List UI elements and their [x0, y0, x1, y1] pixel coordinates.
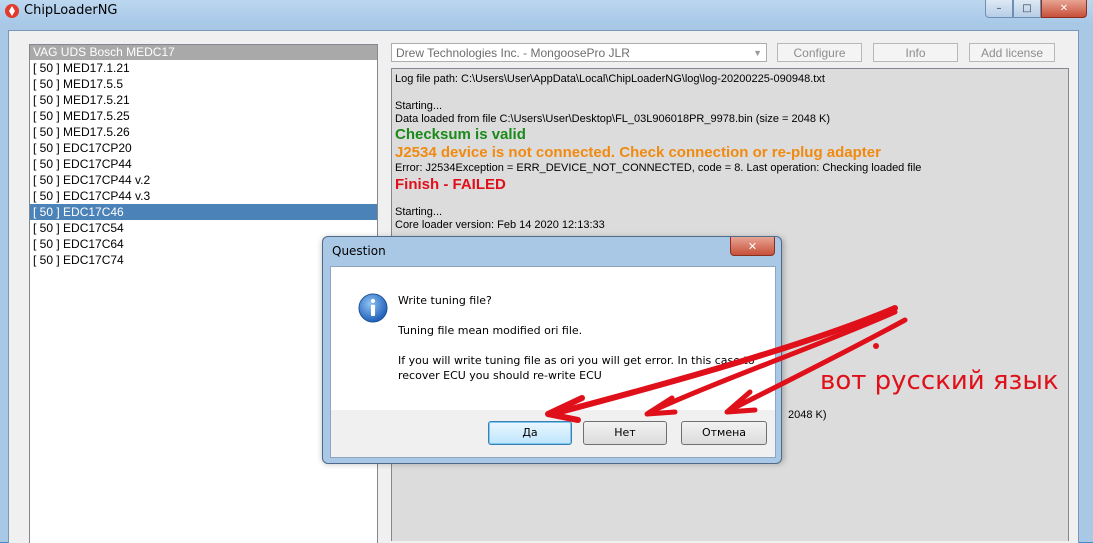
log-line: Starting...: [395, 206, 443, 218]
close-button[interactable]: ✕: [1041, 0, 1087, 18]
ecu-list-item[interactable]: [ 50 ] MED17.5.26: [30, 124, 377, 140]
ecu-list-item[interactable]: [ 50 ] MED17.5.21: [30, 92, 377, 108]
window-controls: – □ ✕: [985, 0, 1087, 18]
ecu-list-item[interactable]: [ 50 ] EDC17CP44: [30, 156, 377, 172]
ecu-list-item[interactable]: [ 50 ] MED17.5.5: [30, 76, 377, 92]
log-line: Starting...: [395, 100, 443, 112]
ecu-list-item[interactable]: [ 50 ] EDC17C54: [30, 220, 377, 236]
annotation-text: вот русский язык: [820, 366, 1059, 396]
adapter-select[interactable]: Drew Technologies Inc. - MongoosePro JLR…: [391, 43, 767, 62]
adapter-select-value: Drew Technologies Inc. - MongoosePro JLR: [396, 46, 630, 60]
configure-button[interactable]: Configure: [777, 43, 862, 62]
question-dialog: Question ✕ Write tuning file? Tuning fil…: [322, 236, 782, 464]
log-line-partial: 2048 K): [788, 409, 827, 421]
add-license-button[interactable]: Add license: [969, 43, 1055, 62]
info-button[interactable]: Info: [873, 43, 958, 62]
log-line-finish: Finish - FAILED: [395, 176, 506, 193]
dialog-message-line: If you will write tuning file as ori you…: [398, 354, 755, 367]
window-title: ChipLoaderNG: [24, 3, 118, 18]
info-icon: [358, 293, 388, 323]
log-line: Core loader version: Feb 14 2020 12:13:3…: [395, 219, 605, 231]
dialog-message-line: recover ECU you should re-write ECU: [398, 369, 602, 382]
dialog-message-line: Write tuning file?: [398, 294, 492, 307]
ecu-list-item[interactable]: [ 50 ] EDC17CP20: [30, 140, 377, 156]
log-line-j2534: J2534 device is not connected. Check con…: [395, 144, 881, 161]
dialog-message-line: Tuning file mean modified ori file.: [398, 324, 583, 337]
log-line: Data loaded from file C:\Users\User\Desk…: [395, 113, 831, 125]
app-logo-icon: [5, 4, 19, 18]
cancel-button[interactable]: Отмена: [681, 421, 767, 445]
dialog-close-button[interactable]: ✕: [730, 237, 775, 256]
ecu-list-header[interactable]: VAG UDS Bosch MEDC17: [30, 45, 377, 60]
dialog-title: Question: [332, 244, 386, 258]
minimize-button[interactable]: –: [985, 0, 1013, 18]
no-button[interactable]: Нет: [583, 421, 667, 445]
dialog-body: Write tuning file? Tuning file mean modi…: [330, 266, 776, 458]
title-bar: ChipLoaderNG – □ ✕: [0, 0, 1093, 24]
maximize-button[interactable]: □: [1013, 0, 1041, 18]
ecu-list-item[interactable]: [ 50 ] EDC17CP44 v.3: [30, 188, 377, 204]
ecu-list-item[interactable]: [ 50 ] EDC17C46: [30, 204, 377, 220]
yes-button[interactable]: Да: [488, 421, 572, 445]
log-line: Log file path: C:\Users\User\AppData\Loc…: [395, 73, 825, 85]
ecu-list-item[interactable]: [ 50 ] EDC17CP44 v.2: [30, 172, 377, 188]
chevron-down-icon: ▼: [753, 48, 762, 58]
log-line-checksum: Checksum is valid: [395, 126, 526, 143]
log-line-error: Error: J2534Exception = ERR_DEVICE_NOT_C…: [395, 162, 922, 174]
dialog-message-area: Write tuning file? Tuning file mean modi…: [331, 267, 775, 410]
ecu-list-item[interactable]: [ 50 ] MED17.1.21: [30, 60, 377, 76]
ecu-list-item[interactable]: [ 50 ] MED17.5.25: [30, 108, 377, 124]
